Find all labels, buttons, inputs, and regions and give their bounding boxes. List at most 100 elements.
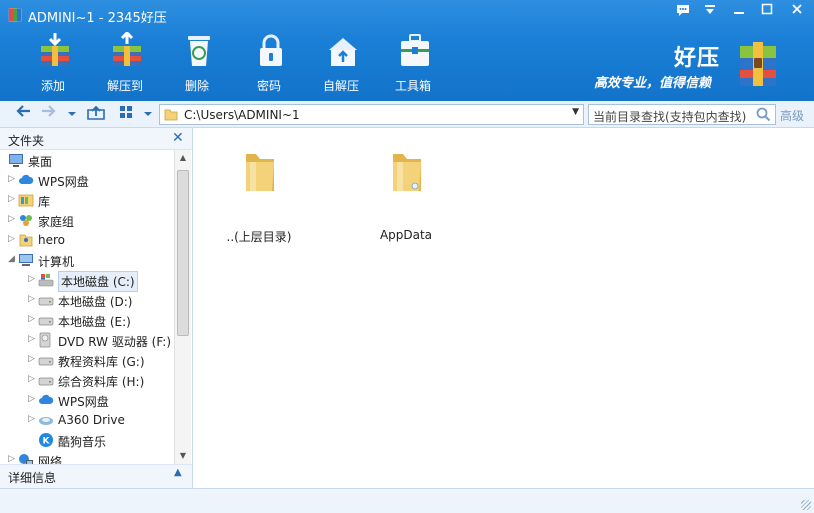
expand-arrow-icon[interactable]: ▷ [28, 354, 35, 364]
delete-label: 删除 [184, 79, 209, 93]
folder-up-icon [87, 105, 105, 120]
kugou-icon: K [38, 432, 54, 448]
details-panel-header[interactable]: 详细信息 ▲ [0, 464, 192, 488]
app-logo-icon [8, 8, 22, 22]
search-input[interactable]: 当前目录查找(支持包内查找) [588, 104, 776, 125]
tree-item[interactable]: ▷ DVD RW 驱动器 (F:) [0, 330, 174, 350]
back-button[interactable] [12, 104, 34, 124]
close-pane-icon[interactable]: ✕ [172, 130, 184, 146]
add-button[interactable]: 添加 [22, 32, 84, 96]
chevron-down-icon[interactable]: ▼ [572, 107, 579, 117]
tree-item[interactable]: ◢ 计算机 [0, 250, 174, 270]
tree-item[interactable]: ▷ hero [0, 230, 174, 250]
tree-item[interactable]: ▷ WPS网盘 [0, 390, 174, 410]
file-item-appdata[interactable]: AppData [351, 128, 461, 242]
file-item-parent-dir[interactable]: ..(上层目录) [204, 128, 314, 244]
tree-item[interactable]: ▷ 网络 [0, 450, 174, 464]
expand-arrow-icon[interactable]: ▷ [28, 394, 35, 404]
file-list-area: ..(上层目录) AppData [194, 128, 814, 488]
address-bar[interactable]: C:\Users\ADMINI~1 ▼ [159, 104, 584, 125]
expanded-arrow-icon[interactable]: ◢ [8, 254, 15, 264]
expand-arrow-icon[interactable]: ▷ [28, 334, 35, 344]
scroll-up-icon[interactable]: ▲ [175, 150, 191, 166]
desktop-icon [8, 152, 24, 168]
tree-item-label: 网络 [38, 455, 63, 464]
expand-arrow-icon[interactable]: ▷ [28, 314, 35, 324]
computer-icon [18, 252, 34, 268]
maximize-icon[interactable] [756, 3, 778, 21]
forward-button[interactable] [38, 104, 60, 124]
svg-text:K: K [43, 437, 51, 447]
menu-icon[interactable] [699, 3, 721, 21]
tree-item-label: 本地磁盘 (D:) [58, 295, 133, 309]
up-level-button[interactable] [84, 104, 108, 124]
tree-item-label: WPS网盘 [38, 175, 89, 189]
status-bar [0, 488, 814, 513]
tree-item[interactable]: ▷ WPS网盘 [0, 170, 174, 190]
chevron-down-icon [68, 112, 76, 116]
history-dropdown[interactable] [64, 104, 80, 124]
trash-icon [188, 36, 210, 66]
expand-arrow-icon[interactable]: ▷ [8, 454, 15, 464]
tree-item[interactable]: ▷ A360 Drive [0, 410, 174, 430]
tree-item[interactable]: ▷ 教程资料库 (G:) [0, 350, 174, 370]
tree-scrollbar[interactable]: ▲ ▼ [174, 150, 191, 464]
expand-arrow-icon[interactable]: ▷ [28, 374, 35, 384]
tree-item-label: hero [38, 233, 65, 247]
expand-arrow-icon[interactable]: ▷ [28, 274, 35, 284]
haozip-logo-icon [740, 42, 776, 86]
tree-item-label: A360 Drive [58, 413, 125, 427]
self-extract-button[interactable]: 自解压 [310, 32, 372, 96]
folder-pane: 文件夹 ✕ 桌面 ▷ WPS网盘 ▷ 库 ▷ 家庭组 ▷ hero ◢ 计算机 ▷ 本地磁盘 (C:) ▷… [0, 128, 193, 488]
expand-arrow-icon[interactable]: ▷ [28, 294, 35, 304]
delete-button[interactable]: 删除 [166, 32, 228, 96]
system-drive-icon [38, 272, 54, 288]
chat-icon[interactable] [672, 3, 694, 21]
tree-item[interactable]: ▷ 本地磁盘 (C:) [0, 270, 174, 292]
tree-item[interactable]: K 酷狗音乐 [0, 430, 174, 450]
extract-to-button[interactable]: 解压到 [94, 32, 156, 96]
user-folder-icon [18, 232, 34, 248]
advanced-search-link[interactable]: 高级 [780, 107, 804, 124]
grid-view-icon [120, 106, 132, 118]
tree-item[interactable]: ▷ 综合资料库 (H:) [0, 370, 174, 390]
view-mode-dropdown[interactable] [140, 104, 156, 124]
tree-item[interactable]: ▷ 库 [0, 190, 174, 210]
tree-item-label: 本地磁盘 (E:) [58, 315, 131, 329]
file-name: ..(上层目录) [226, 230, 292, 244]
tree-item-label: 库 [38, 195, 51, 209]
minimize-icon[interactable] [728, 3, 750, 21]
toolbox-button[interactable]: 工具箱 [382, 32, 444, 96]
brand-area: 好压 高效专业，值得信赖 [590, 36, 810, 96]
expand-arrow-icon[interactable]: ▷ [8, 214, 15, 224]
password-button[interactable]: 密码 [238, 32, 300, 96]
folder-pane-title: 文件夹 [8, 134, 45, 148]
tree-item[interactable]: ▷ 本地磁盘 (D:) [0, 290, 174, 310]
drive-icon [38, 352, 54, 368]
scroll-thumb[interactable] [177, 170, 189, 336]
close-icon[interactable] [786, 3, 808, 21]
chevron-up-icon[interactable]: ▲ [174, 467, 182, 478]
expand-arrow-icon[interactable]: ▷ [8, 234, 15, 244]
scroll-down-icon[interactable]: ▼ [175, 448, 191, 464]
tree-item[interactable]: 桌面 [0, 150, 174, 170]
extract-to-icon [113, 32, 141, 66]
view-mode-button[interactable] [116, 104, 136, 124]
resize-grip-icon[interactable] [801, 500, 811, 510]
toolbox-label: 工具箱 [394, 79, 431, 93]
tree-item[interactable]: ▷ 家庭组 [0, 210, 174, 230]
search-placeholder: 当前目录查找(支持包内查找) [593, 110, 747, 124]
drive-icon [38, 372, 54, 388]
window-title: ADMINI~1 - 2345好压 [28, 11, 167, 26]
chevron-down-icon [144, 112, 152, 116]
arrow-right-icon [42, 105, 56, 117]
expand-arrow-icon[interactable]: ▷ [8, 174, 15, 184]
tree-item-label: WPS网盘 [58, 395, 109, 409]
expand-arrow-icon[interactable]: ▷ [28, 414, 35, 424]
tree-item-label: DVD RW 驱动器 (F:) [58, 335, 172, 349]
search-icon[interactable] [756, 107, 771, 122]
folder-icon [246, 154, 274, 191]
tree-item[interactable]: ▷ 本地磁盘 (E:) [0, 310, 174, 330]
expand-arrow-icon[interactable]: ▷ [8, 194, 15, 204]
cloud-icon [38, 392, 54, 408]
